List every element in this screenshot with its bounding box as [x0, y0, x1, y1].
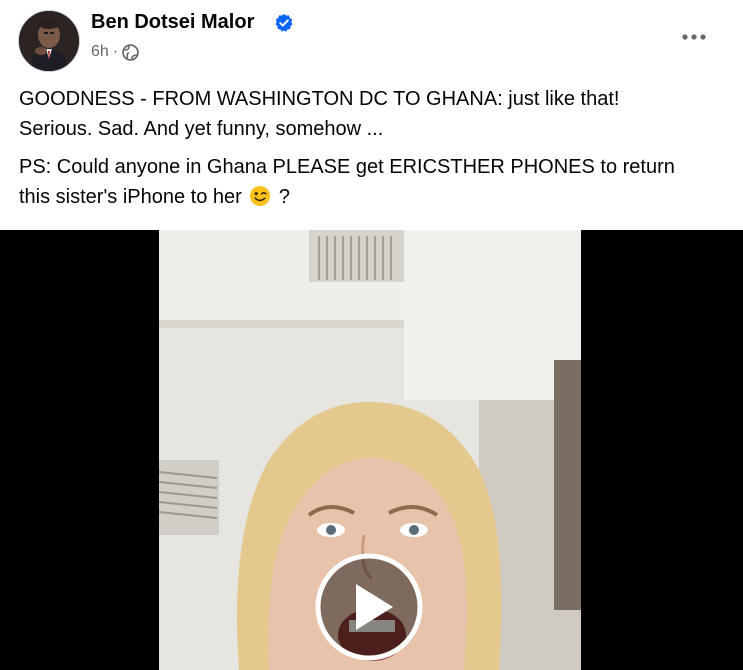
verified-badge-icon	[275, 14, 293, 32]
post-paragraph-1: GOODNESS - FROM WASHINGTON DC TO GHANA: …	[19, 84, 729, 144]
more-options-icon	[682, 34, 706, 40]
video-player[interactable]	[0, 230, 743, 670]
globe-icon[interactable]	[122, 43, 139, 61]
post-paragraph-2: PS: Could anyone in Ghana PLEASE get ERI…	[19, 152, 729, 212]
avatar-portrait	[19, 11, 79, 71]
winking-face-emoji	[250, 186, 271, 206]
author-name[interactable]: Ben Dotsei Malor	[91, 11, 254, 34]
post-line: this sister's iPhone to her	[19, 186, 242, 208]
post-line-tail: ?	[273, 186, 291, 208]
post-text: GOODNESS - FROM WASHINGTON DC TO GHANA: …	[19, 84, 729, 220]
post-header: Ben Dotsei Malor 6h ·	[0, 0, 743, 72]
post-line: Serious. Sad. And yet funny, somehow ...	[19, 118, 384, 140]
post-meta: 6h ·	[91, 43, 139, 61]
avatar[interactable]	[18, 10, 80, 72]
post-timestamp[interactable]: 6h	[91, 43, 109, 61]
meta-separator: ·	[112, 43, 119, 60]
play-icon[interactable]	[315, 553, 423, 661]
more-options-button[interactable]	[676, 22, 712, 52]
post-line: PS: Could anyone in Ghana PLEASE get ERI…	[19, 156, 675, 178]
post-line: GOODNESS - FROM WASHINGTON DC TO GHANA: …	[19, 88, 620, 110]
